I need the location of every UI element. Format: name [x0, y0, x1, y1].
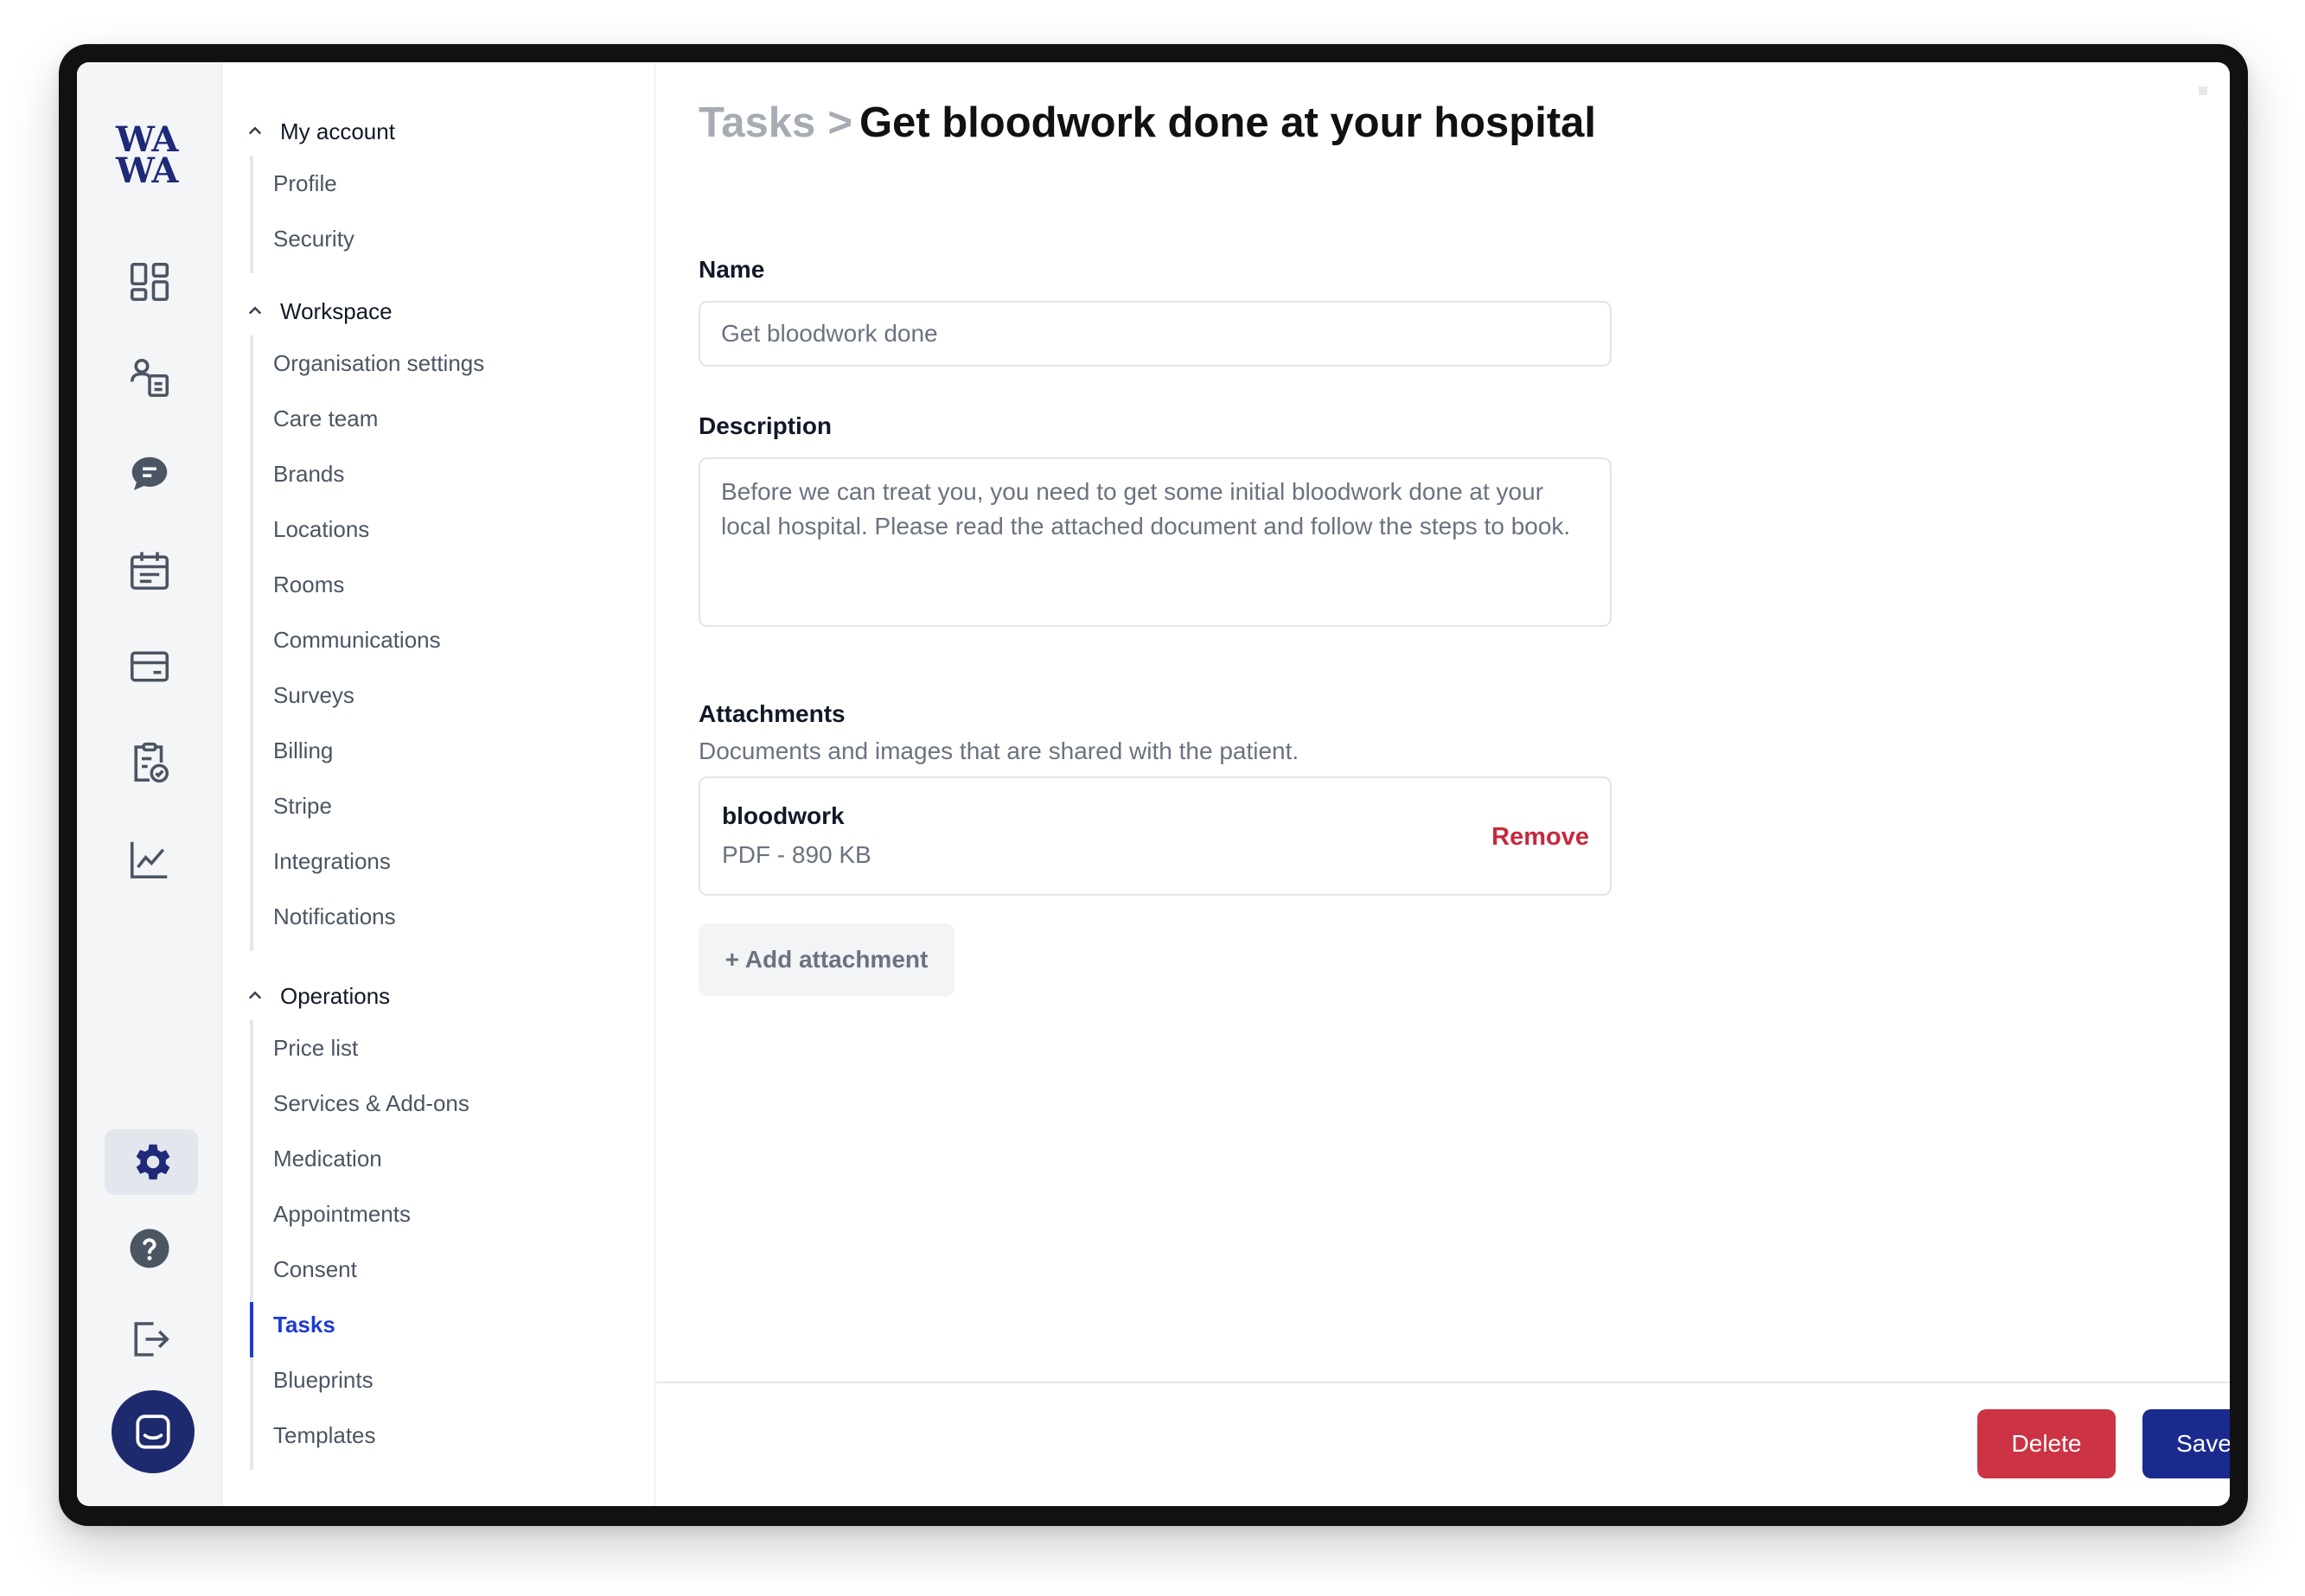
attachment-item: bloodwork PDF - 890 KB Remove: [699, 776, 1612, 896]
logo-line-2: WA: [116, 150, 178, 191]
nav-group-rail: [250, 1020, 253, 1470]
nav-item-profile[interactable]: Profile: [273, 166, 337, 201]
nav-item-care-team[interactable]: Care team: [273, 401, 378, 436]
nav-item-consent[interactable]: Consent: [273, 1252, 357, 1286]
nav-item-organisation-settings[interactable]: Organisation settings: [273, 346, 484, 380]
save-button[interactable]: Save: [2142, 1409, 2230, 1478]
nav-group-my-account[interactable]: My account: [242, 114, 395, 149]
nav-item-blueprints[interactable]: Blueprints: [273, 1363, 374, 1397]
nav-item-brands[interactable]: Brands: [273, 456, 344, 491]
patients-icon[interactable]: [122, 350, 177, 405]
calendar-icon[interactable]: [122, 543, 177, 598]
nav-item-billing[interactable]: Billing: [273, 733, 333, 768]
breadcrumb-separator: >: [827, 99, 852, 146]
icon-rail: WA WA: [77, 62, 222, 1506]
window-corner-marker: [2199, 86, 2207, 95]
nav-item-tasks[interactable]: Tasks: [273, 1307, 335, 1342]
nav-item-stripe[interactable]: Stripe: [273, 788, 332, 823]
nav-item-communications[interactable]: Communications: [273, 622, 441, 657]
nav-item-locations[interactable]: Locations: [273, 512, 369, 546]
wawa-logo[interactable]: WA WA: [116, 123, 185, 191]
delete-button[interactable]: Delete: [1977, 1409, 2116, 1478]
chevron-up-icon: [248, 126, 262, 135]
device-frame: WA WA My account Profile Security Worksp…: [59, 44, 2248, 1526]
nav-item-services-and-add-ons[interactable]: Services & Add-ons: [273, 1086, 469, 1120]
nav-group-workspace[interactable]: Workspace: [242, 294, 393, 329]
nav-active-indicator: [250, 1302, 253, 1357]
chat-support-icon[interactable]: [112, 1390, 195, 1473]
add-attachment-button[interactable]: + Add attachment: [699, 923, 955, 996]
nav-item-templates[interactable]: Templates: [273, 1418, 376, 1452]
nav-item-surveys[interactable]: Surveys: [273, 678, 354, 712]
dashboard-icon[interactable]: [122, 254, 177, 310]
nav-group-rail: [250, 156, 253, 273]
page-title: Tasks > Get bloodwork done at your hospita…: [699, 99, 1596, 147]
nav-group-label: My account: [280, 118, 395, 144]
task-editor: Tasks > Get bloodwork done at your hospita…: [656, 62, 2230, 1506]
footer-divider: [656, 1382, 2230, 1383]
nav-item-appointments[interactable]: Appointments: [273, 1197, 411, 1231]
attachment-name[interactable]: bloodwork: [722, 802, 845, 830]
nav-group-label: Operations: [280, 982, 391, 1009]
nav-group-label: Workspace: [280, 297, 393, 324]
help-icon[interactable]: [122, 1221, 177, 1276]
attachment-meta: PDF - 890 KB: [722, 841, 872, 868]
nav-item-price-list[interactable]: Price list: [273, 1031, 358, 1065]
tasks-clipboard-icon[interactable]: [122, 735, 177, 790]
logout-icon[interactable]: [122, 1312, 177, 1367]
nav-group-rail: [250, 335, 253, 951]
nav-group-operations[interactable]: Operations: [242, 979, 390, 1013]
nav-item-notifications[interactable]: Notifications: [273, 899, 396, 934]
settings-nav: My account Profile Security Workspace Organi…: [223, 62, 655, 1506]
attachments-helper: Documents and images that are shared wit…: [699, 737, 1299, 764]
chevron-up-icon: [248, 991, 262, 999]
attachments-label: Attachments: [699, 700, 846, 727]
task-title: Get bloodwork done at your hospital: [859, 99, 1597, 146]
nav-item-security[interactable]: Security: [273, 221, 354, 256]
payments-icon[interactable]: [122, 639, 177, 694]
app-window: WA WA My account Profile Security Worksp…: [77, 62, 2230, 1506]
nav-item-rooms[interactable]: Rooms: [273, 567, 344, 602]
remove-attachment-button[interactable]: Remove: [1491, 823, 1589, 852]
name-input[interactable]: [699, 301, 1612, 367]
breadcrumb-tasks[interactable]: Tasks: [699, 99, 815, 146]
nav-item-integrations[interactable]: Integrations: [273, 844, 391, 878]
settings-gear-icon[interactable]: [105, 1129, 198, 1195]
nav-item-medication[interactable]: Medication: [273, 1141, 382, 1176]
description-label: Description: [699, 412, 833, 439]
chevron-up-icon: [248, 306, 262, 315]
messages-icon[interactable]: [122, 447, 177, 502]
description-textarea[interactable]: Before we can treat you, you need to get…: [699, 457, 1612, 627]
name-label: Name: [699, 256, 765, 283]
analytics-icon[interactable]: [122, 832, 177, 887]
